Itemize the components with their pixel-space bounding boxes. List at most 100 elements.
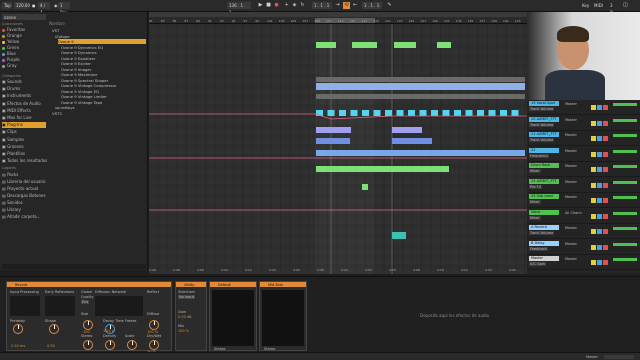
tap-tempo-button[interactable]: Tap (2, 2, 12, 9)
browser-preview-bar[interactable] (2, 264, 146, 269)
mixer-track[interactable]: 24 AZMET_FTT Pre FX Master (527, 178, 640, 193)
early-reflections-display[interactable] (45, 296, 75, 316)
punch-out-icon[interactable]: ⇤ (352, 2, 359, 9)
solo-icon[interactable] (597, 136, 602, 141)
track-name[interactable]: 24 AZMET_FTT (529, 178, 559, 184)
arm-icon[interactable] (603, 105, 608, 110)
clip-cyan[interactable] (396, 110, 404, 116)
automation-param-select[interactable]: Track Volume (529, 231, 555, 235)
punch-start-field[interactable]: 1 . 1 . 1 (312, 2, 332, 9)
clip-green[interactable] (359, 166, 393, 172)
clip-green[interactable] (419, 166, 449, 172)
capture-icon[interactable]: ↻ (299, 2, 306, 9)
file-item[interactable]: VST (52, 28, 140, 33)
place-item[interactable]: ▤ Sonidos (2, 200, 23, 206)
category-item[interactable]: ▣ Grooves (2, 144, 24, 150)
browser-search-input[interactable] (2, 14, 46, 20)
solo-icon[interactable] (597, 105, 602, 110)
mixer-track[interactable]: 25 Sub Lead Mixer Master (527, 193, 640, 208)
metronome-icon[interactable]: ● (30, 2, 36, 9)
mid-side-display[interactable] (262, 290, 304, 346)
mid-side-title[interactable]: Mid Side (268, 283, 283, 287)
clip-blue[interactable] (316, 150, 525, 156)
solo-icon[interactable] (597, 182, 602, 188)
output-routing[interactable]: Master (565, 242, 577, 246)
clip-lilac[interactable] (392, 127, 422, 133)
loop-region[interactable] (315, 24, 375, 274)
track-activator-icon[interactable] (591, 213, 596, 219)
arm-icon[interactable] (603, 260, 608, 265)
file-item[interactable]: Ozone 9 Imager (61, 67, 149, 72)
output-routing[interactable]: Master (565, 133, 577, 137)
tempo-field[interactable]: 120.00 (14, 2, 30, 9)
arm-icon[interactable] (603, 120, 608, 126)
place-item[interactable]: ▤ Descargas Botones (2, 193, 46, 199)
record-icon[interactable]: ● (273, 2, 280, 9)
file-item[interactable]: Ozone 9 Dynamics EQ (61, 45, 149, 50)
arm-icon[interactable] (603, 151, 608, 157)
solo-icon[interactable] (597, 167, 602, 172)
solo-icon[interactable] (597, 213, 602, 219)
output-routing[interactable]: All Chann (565, 211, 582, 215)
beat-ruler[interactable]: Break Drop 81838587899193959799101103105… (149, 12, 527, 33)
file-item[interactable]: Ozone 9 Vintage Limiter (61, 94, 149, 99)
track-name[interactable]: Voice (529, 209, 559, 215)
track-name[interactable]: 19 Vocal Spot (529, 101, 559, 106)
clip-cyan[interactable] (477, 110, 484, 116)
scale-knob[interactable] (127, 340, 137, 350)
clip-cyan[interactable] (362, 110, 369, 116)
mixer-track[interactable]: Drum Rack Mixer Master (527, 162, 640, 177)
track-activator-icon[interactable] (591, 260, 596, 265)
punch-in-icon[interactable]: ⇥ (334, 2, 341, 9)
solo-icon[interactable] (597, 229, 602, 234)
clip-cyan[interactable] (465, 110, 473, 116)
clip-cyan[interactable] (454, 110, 461, 116)
category-item[interactable]: ▣ Samples (2, 137, 24, 143)
stop-icon[interactable]: ■ (265, 2, 272, 9)
track-name[interactable]: 25 Sub Lead (529, 194, 559, 199)
arrangement-view[interactable]: Break Drop 81838587899193959799101103105… (149, 12, 527, 274)
track-activator-icon[interactable] (591, 244, 596, 250)
mixer-track[interactable]: 21 AZMET_FTT Track Volume Master (527, 131, 640, 146)
track-activator-icon[interactable] (591, 136, 596, 141)
arm-icon[interactable] (603, 244, 608, 250)
automation-arm-icon[interactable]: ◈ (291, 2, 298, 9)
clip-cyan[interactable] (511, 110, 519, 116)
stereo-knob[interactable] (83, 340, 93, 350)
file-item[interactable]: Ozone 9 Exciter (61, 61, 149, 66)
clip-cyan[interactable] (419, 110, 427, 116)
category-item[interactable]: ▣ Drums (2, 86, 20, 92)
density-knob[interactable] (105, 340, 115, 350)
category-item[interactable]: ▣ Sounds (2, 79, 22, 85)
meter-field[interactable]: 4 / 4 (38, 2, 50, 15)
predelay-knob[interactable] (13, 324, 23, 334)
eq-default-mode[interactable]: Stereo (214, 347, 225, 351)
key-map-button[interactable]: Key (580, 2, 590, 9)
gain-value[interactable]: 0.00 dB (178, 315, 192, 319)
output-routing[interactable]: Master (565, 195, 577, 199)
clip-gray[interactable] (316, 77, 525, 82)
category-item[interactable]: ▣ MIDI Effects (2, 108, 31, 114)
output-routing[interactable]: Master (565, 226, 577, 230)
clip-blue[interactable] (316, 138, 350, 144)
size-knob[interactable] (83, 320, 93, 330)
file-item[interactable]: Ozone 9 Spectral Shaper (61, 78, 149, 83)
place-item[interactable]: ▤ Packs (2, 172, 18, 178)
solo-icon[interactable] (597, 120, 602, 126)
metronome-toggle-icon[interactable]: ◉ (52, 2, 58, 9)
track-activator-icon[interactable] (591, 120, 596, 126)
output-routing[interactable]: Master (565, 149, 577, 153)
drop-effects-hint[interactable]: Deposita aquí los efectos de audio (420, 313, 489, 318)
automation-param-select[interactable]: Mixer (529, 200, 541, 204)
category-item[interactable]: ▣ Efectos de Audio (2, 101, 41, 107)
overdub-icon[interactable]: + (283, 2, 290, 9)
mid-side-mode[interactable]: Stereo (264, 347, 275, 351)
clip-green[interactable] (352, 42, 377, 48)
clip-cyan[interactable] (385, 110, 392, 116)
file-item[interactable]: Ozone 9 Equalizer (61, 56, 149, 61)
track-name[interactable]: Master (529, 256, 559, 261)
mixer-track[interactable]: B Delay Feedback Master (527, 240, 640, 255)
output-routing[interactable]: Master (565, 164, 577, 168)
category-item[interactable]: ▣ Instruments (2, 93, 31, 99)
category-item[interactable]: ▣ Todos los resultados (2, 158, 47, 164)
